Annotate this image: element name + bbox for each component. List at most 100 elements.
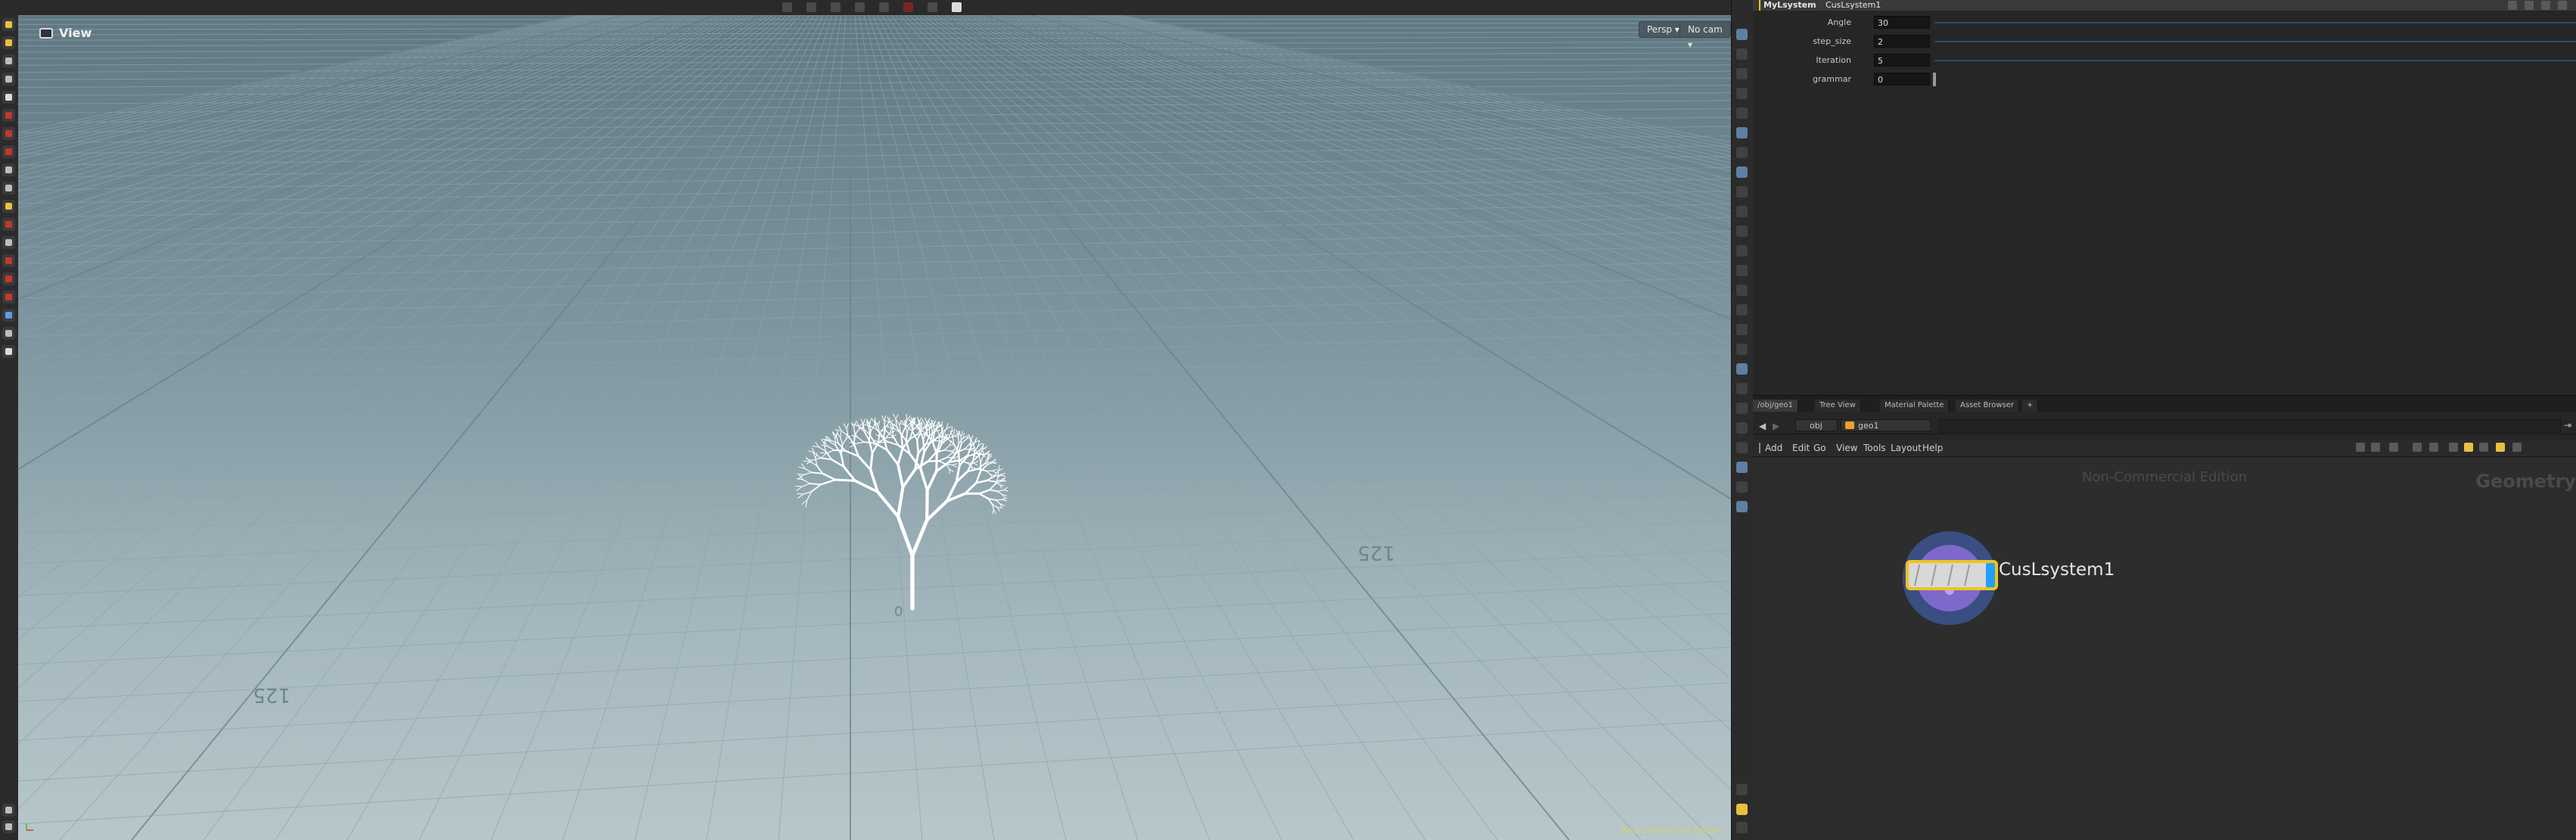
select-tool-icon[interactable] bbox=[2, 18, 15, 31]
param-slider[interactable] bbox=[1934, 41, 2576, 42]
param-value-field[interactable]: 0 bbox=[1874, 73, 1930, 86]
visibility-icon[interactable] bbox=[2, 309, 15, 322]
snapshot-icon[interactable] bbox=[952, 2, 962, 12]
layers-icon[interactable] bbox=[1736, 403, 1748, 414]
record-icon[interactable] bbox=[903, 2, 913, 12]
pane-tab-0[interactable]: /obj/geo1 bbox=[1753, 400, 1798, 412]
lock-icon[interactable] bbox=[2, 91, 15, 104]
settings-icon[interactable] bbox=[2508, 1, 2517, 10]
template-icon[interactable] bbox=[1736, 226, 1748, 237]
viewport-title[interactable]: View bbox=[39, 26, 92, 40]
help-icon[interactable] bbox=[2541, 1, 2550, 10]
param-slider[interactable] bbox=[1934, 22, 2576, 23]
menu-go[interactable]: Go bbox=[1813, 443, 1826, 453]
pen-icon[interactable] bbox=[1736, 285, 1748, 296]
pane-tab-3[interactable]: Asset Browser bbox=[1956, 400, 2020, 412]
node-name-label[interactable]: CusLsystem1 bbox=[1999, 560, 2115, 580]
network-tool-icon-1[interactable] bbox=[2371, 443, 2380, 452]
search-icon[interactable] bbox=[2525, 1, 2534, 10]
network-tool-icon-6[interactable] bbox=[2464, 443, 2473, 452]
snap-magnet-icon[interactable] bbox=[2, 291, 15, 303]
back-icon[interactable]: ◀ bbox=[1759, 421, 1766, 431]
quad-view-icon[interactable] bbox=[1736, 804, 1748, 815]
link-icon[interactable] bbox=[1736, 442, 1748, 453]
menu-layout[interactable]: Layout bbox=[1891, 443, 1922, 453]
target-icon[interactable] bbox=[2, 327, 15, 340]
param-value-field[interactable]: 5 bbox=[1874, 54, 1930, 67]
shading-icon[interactable] bbox=[1736, 88, 1748, 99]
param-value-field[interactable]: 2 bbox=[1874, 35, 1930, 48]
lights-icon[interactable] bbox=[1736, 107, 1748, 119]
uv-icon[interactable] bbox=[1736, 186, 1748, 198]
network-tool-icon-9[interactable] bbox=[2512, 443, 2522, 452]
select-edges-icon[interactable] bbox=[831, 2, 841, 12]
render-icon[interactable] bbox=[2, 345, 15, 358]
pose-tool-icon[interactable] bbox=[2, 73, 15, 86]
move-tool-icon[interactable] bbox=[2, 36, 15, 49]
snap-grid-icon[interactable] bbox=[2, 254, 15, 267]
ruler-tool-icon[interactable] bbox=[2, 236, 15, 249]
add-tab-button[interactable]: + bbox=[2022, 400, 2039, 412]
shield-icon[interactable] bbox=[1736, 501, 1748, 512]
network-tool-icon-2[interactable] bbox=[2389, 443, 2398, 452]
view-tool-icon[interactable] bbox=[2, 163, 15, 176]
path-segment-geo1[interactable]: geo1 bbox=[1841, 419, 1931, 431]
select-points-icon[interactable] bbox=[806, 2, 816, 12]
cam-button[interactable]: No cam ▾ bbox=[1680, 21, 1731, 50]
magnet-tool-icon[interactable] bbox=[2, 218, 15, 231]
snap-tool-icon[interactable] bbox=[2, 200, 15, 213]
3d-viewport[interactable]: 125 125 0 View Persp ▾ No cam ▾ Non-Comm… bbox=[18, 15, 1731, 840]
path-field[interactable] bbox=[1939, 419, 2561, 433]
node-name-field[interactable]: CusLsystem1 bbox=[1826, 0, 1881, 11]
menu-view[interactable]: View bbox=[1836, 443, 1857, 453]
ruler-icon[interactable] bbox=[1736, 363, 1748, 375]
handle-tool-icon[interactable] bbox=[2, 109, 15, 122]
camera-icon[interactable] bbox=[928, 2, 937, 12]
grid-display-icon[interactable] bbox=[1736, 127, 1748, 138]
select-mode-icon[interactable] bbox=[782, 2, 792, 12]
menu-tools[interactable]: Tools bbox=[1863, 443, 1886, 453]
param-slider-handle[interactable] bbox=[1933, 73, 1936, 86]
gear-icon[interactable] bbox=[2558, 1, 2567, 10]
fullscreen-icon[interactable] bbox=[1736, 822, 1748, 833]
brush-tool-icon[interactable] bbox=[2, 145, 15, 158]
arrow-icon[interactable] bbox=[1736, 265, 1748, 276]
bake-icon[interactable] bbox=[1736, 324, 1748, 335]
network-tool-icon-0[interactable] bbox=[2356, 443, 2365, 452]
flag-icon[interactable] bbox=[1736, 304, 1748, 316]
hand-icon[interactable] bbox=[1736, 344, 1748, 355]
settings-icon[interactable] bbox=[2, 804, 15, 817]
stack-icon[interactable] bbox=[1736, 481, 1748, 493]
frame-icon[interactable] bbox=[1736, 383, 1748, 394]
network-tool-icon-5[interactable] bbox=[2449, 443, 2458, 452]
menu-help[interactable]: Help bbox=[1922, 443, 1943, 453]
normals-icon[interactable] bbox=[1736, 166, 1748, 178]
ghost-icon[interactable] bbox=[1736, 206, 1748, 217]
forward-icon[interactable]: ▶ bbox=[1773, 421, 1779, 431]
display-options-icon[interactable] bbox=[1736, 29, 1748, 40]
info-icon[interactable] bbox=[1736, 784, 1748, 795]
pin-icon[interactable]: ⇥ bbox=[2564, 420, 2571, 431]
pane-tab-1[interactable]: Tree View bbox=[1815, 400, 1861, 412]
network-tool-icon-4[interactable] bbox=[2429, 443, 2438, 452]
menu-add[interactable]: Add bbox=[1765, 443, 1782, 453]
paint-tool-icon[interactable] bbox=[2, 127, 15, 140]
param-slider[interactable] bbox=[1934, 60, 2576, 61]
render-region-icon[interactable] bbox=[1736, 462, 1748, 473]
box-icon[interactable] bbox=[1736, 422, 1748, 434]
point-display-icon[interactable] bbox=[1736, 147, 1748, 158]
network-tool-icon-8[interactable] bbox=[2496, 443, 2505, 452]
snap-point-icon[interactable] bbox=[2, 272, 15, 285]
network-tool-icon-7[interactable] bbox=[2479, 443, 2488, 452]
dot-icon[interactable] bbox=[1736, 245, 1748, 257]
wireframe-icon[interactable] bbox=[1736, 48, 1748, 60]
path-segment-obj[interactable]: obj bbox=[1795, 419, 1838, 431]
network-tool-icon-3[interactable] bbox=[2413, 443, 2422, 452]
camera-tool-icon[interactable] bbox=[2, 182, 15, 194]
display-icon[interactable] bbox=[879, 2, 889, 12]
lock-camera-icon[interactable] bbox=[1736, 68, 1748, 79]
select-prims-icon[interactable] bbox=[855, 2, 865, 12]
lsystem-node[interactable] bbox=[1897, 525, 2003, 631]
eye-icon[interactable] bbox=[2, 820, 15, 833]
arrow-tool-icon[interactable] bbox=[2, 54, 15, 67]
